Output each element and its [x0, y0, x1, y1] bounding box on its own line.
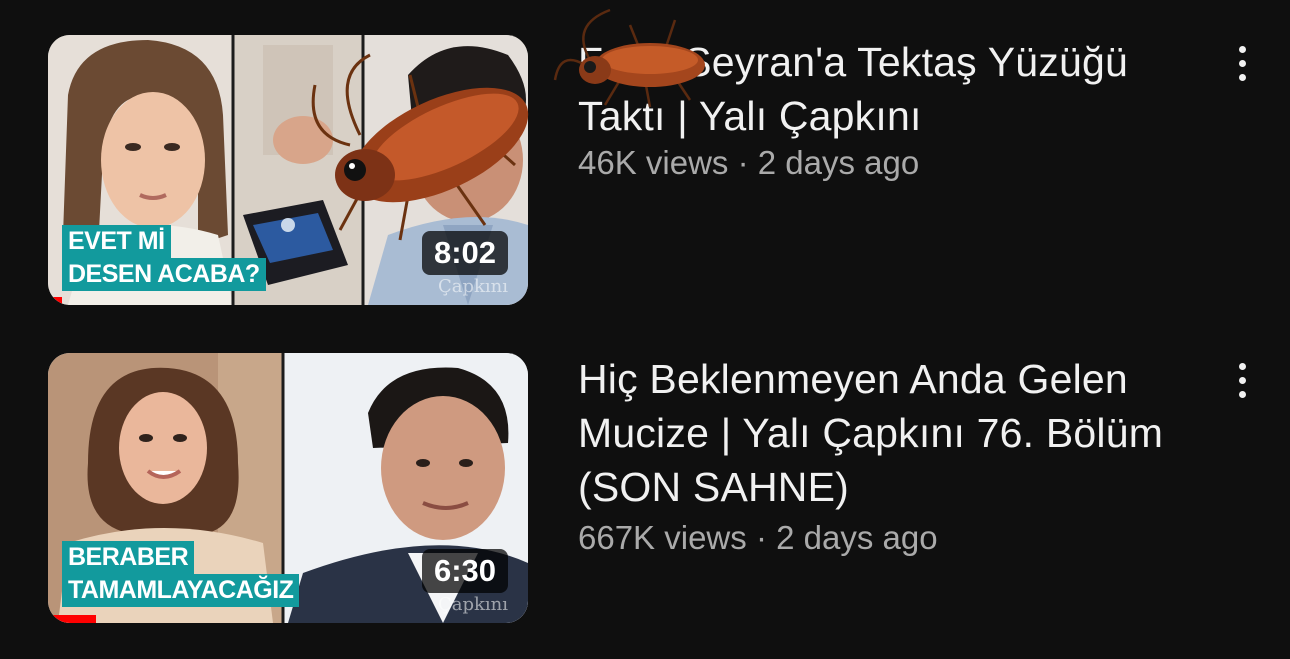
upload-age: 2 days ago	[757, 144, 920, 181]
vertical-ellipsis-icon	[1238, 362, 1246, 370]
dot	[1238, 59, 1246, 67]
video-thumbnail[interactable]: BERABER TAMAMLAYACAĞIZ 6:30 Çapkını	[48, 353, 528, 623]
thumbnail-caption: EVET Mİ DESEN ACABA?	[62, 225, 266, 291]
vertical-ellipsis-icon	[1238, 45, 1246, 53]
meta-separator: ·	[755, 519, 767, 556]
duration-badge: 6:30	[421, 549, 508, 593]
caption-line: EVET Mİ	[62, 225, 171, 258]
video-title[interactable]: Hiç Beklenmeyen Anda Gelen Mucize | Yalı…	[578, 352, 1188, 514]
meta-separator: ·	[737, 144, 749, 181]
channel-watermark: Çapkını	[437, 594, 508, 615]
more-options-button[interactable]	[1222, 355, 1262, 405]
view-count: 667K views	[578, 519, 747, 556]
cockroach-sticker	[553, 8, 705, 108]
dot	[1238, 73, 1246, 81]
video-item[interactable]: BERABER TAMAMLAYACAĞIZ 6:30 Çapkını Hiç …	[0, 330, 1290, 659]
video-meta: 46K views · 2 days ago	[578, 143, 919, 183]
cockroach-sticker	[311, 53, 529, 241]
thumbnail-caption: BERABER TAMAMLAYACAĞIZ	[62, 541, 300, 607]
view-count: 46K views	[578, 144, 729, 181]
watch-progress-bar	[48, 615, 96, 623]
more-options-button[interactable]	[1222, 38, 1262, 88]
caption-line: BERABER	[62, 541, 195, 574]
caption-line: TAMAMLAYACAĞIZ	[62, 574, 300, 607]
upload-age: 2 days ago	[776, 519, 938, 556]
video-meta: 667K views · 2 days ago	[578, 518, 938, 558]
channel-watermark: Çapkını	[437, 276, 508, 297]
dot	[1238, 376, 1246, 384]
caption-line: DESEN ACABA?	[62, 258, 266, 291]
watch-progress-bar	[48, 297, 62, 305]
dot	[1238, 390, 1246, 398]
